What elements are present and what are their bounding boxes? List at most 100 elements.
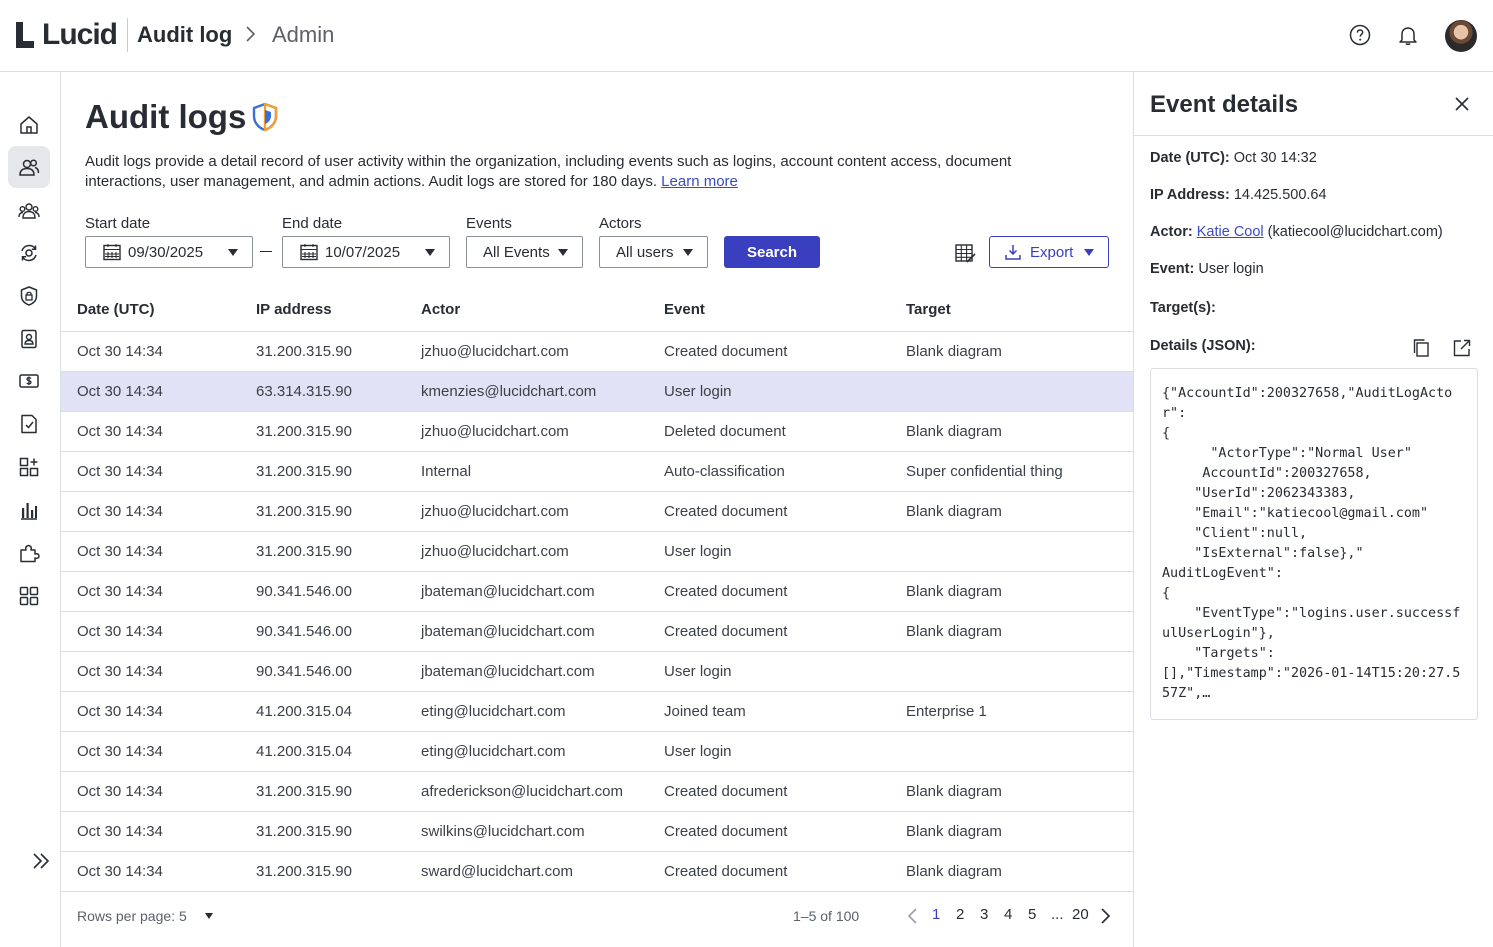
event-cell: User login bbox=[664, 383, 732, 400]
table-row[interactable]: Oct 30 14:34 31.200.315.90 swilkins@lucidc… bbox=[61, 812, 1133, 852]
json-details-box[interactable]: {"AccountId":200327658,"AuditLogActor": … bbox=[1150, 368, 1478, 720]
table-row[interactable]: Oct 30 14:34 31.200.315.90 afrederickson@l… bbox=[61, 772, 1133, 812]
table-row[interactable]: Oct 30 14:34 31.200.315.90 sward@lucidchar… bbox=[61, 852, 1133, 892]
nav-apps[interactable] bbox=[8, 446, 50, 488]
nav-users[interactable] bbox=[8, 146, 50, 188]
dropdown-caret-icon[interactable] bbox=[205, 913, 213, 919]
column-header-event[interactable]: Event bbox=[664, 288, 705, 331]
events-select[interactable]: All Events bbox=[466, 236, 583, 268]
ip-cell: 90.341.546.00 bbox=[256, 583, 352, 600]
calendar-icon bbox=[103, 244, 121, 261]
help-icon[interactable] bbox=[1349, 24, 1371, 46]
events-label: Events bbox=[466, 215, 512, 232]
rows-per-page[interactable]: Rows per page: 5 bbox=[77, 908, 187, 924]
nav-security[interactable] bbox=[8, 275, 50, 317]
column-header-target[interactable]: Target bbox=[906, 288, 951, 331]
nav-extensions[interactable] bbox=[8, 532, 50, 574]
nav-home[interactable] bbox=[8, 104, 50, 146]
panel-header: Event details bbox=[1134, 72, 1493, 136]
search-button[interactable]: Search bbox=[724, 236, 820, 268]
home-icon bbox=[20, 116, 38, 134]
ip-cell: 31.200.315.90 bbox=[256, 863, 352, 880]
date-cell: Oct 30 14:34 bbox=[77, 503, 163, 520]
table-row[interactable]: Oct 30 14:34 90.341.546.00 jbateman@lucidc… bbox=[61, 652, 1133, 692]
column-header-date[interactable]: Date (UTC) bbox=[77, 288, 155, 331]
table-row[interactable]: Oct 30 14:34 31.200.315.90 jzhuo@lucidchar… bbox=[61, 532, 1133, 572]
nav-compliance[interactable] bbox=[8, 403, 50, 445]
date-cell: Oct 30 14:34 bbox=[77, 383, 163, 400]
table-row[interactable]: Oct 30 14:34 31.200.315.90 jzhuo@lucidchar… bbox=[61, 412, 1133, 452]
actor-cell: jzhuo@lucidchart.com bbox=[421, 423, 569, 440]
detail-event-value: User login bbox=[1198, 261, 1264, 277]
actors-label: Actors bbox=[599, 215, 642, 232]
nav-directory[interactable] bbox=[8, 318, 50, 360]
json-label: Details (JSON): bbox=[1150, 338, 1256, 354]
end-date-picker[interactable]: 10/07/2025 bbox=[282, 236, 450, 268]
ip-cell: 31.200.315.90 bbox=[256, 423, 352, 440]
actor-link[interactable]: Katie Cool bbox=[1197, 224, 1264, 240]
date-cell: Oct 30 14:34 bbox=[77, 623, 163, 640]
export-button[interactable]: Export bbox=[989, 236, 1109, 268]
event-cell: Auto-classification bbox=[664, 463, 785, 480]
learn-more-link[interactable]: Learn more bbox=[661, 173, 738, 190]
nav-groups[interactable] bbox=[8, 190, 50, 232]
detail-date: Date (UTC): Oct 30 14:32 bbox=[1150, 150, 1317, 166]
table-row[interactable]: Oct 30 14:34 63.314.315.90 kmenzies@lucidc… bbox=[61, 372, 1133, 412]
shield-icon bbox=[252, 102, 278, 132]
expand-rail-icon[interactable] bbox=[30, 850, 52, 872]
lucid-logo[interactable]: Lucid bbox=[16, 20, 118, 50]
page-20[interactable]: 20 bbox=[1072, 906, 1089, 923]
page-5[interactable]: 5 bbox=[1028, 906, 1036, 923]
table-row[interactable]: Oct 30 14:34 41.200.315.04 eting@lucidchar… bbox=[61, 732, 1133, 772]
panel-title: Event details bbox=[1150, 91, 1299, 118]
close-icon[interactable] bbox=[1453, 95, 1471, 113]
page-1[interactable]: 1 bbox=[932, 906, 940, 923]
user-avatar[interactable] bbox=[1445, 20, 1477, 52]
table-row[interactable]: Oct 30 14:34 31.200.315.90 jzhuo@lucidchar… bbox=[61, 492, 1133, 532]
table-row[interactable]: Oct 30 14:34 90.341.546.00 jbateman@lucidc… bbox=[61, 572, 1133, 612]
table-row[interactable]: Oct 30 14:34 41.200.315.04 eting@lucidchar… bbox=[61, 692, 1133, 732]
page-3[interactable]: 3 bbox=[980, 906, 988, 923]
start-date-picker[interactable]: 09/30/2025 bbox=[85, 236, 253, 268]
event-cell: Deleted document bbox=[664, 423, 786, 440]
table-row[interactable]: Oct 30 14:34 31.200.315.90 Internal Auto-cl… bbox=[61, 452, 1133, 492]
chart-icon bbox=[21, 503, 37, 520]
ip-cell: 31.200.315.90 bbox=[256, 343, 352, 360]
actor-cell: eting@lucidchart.com bbox=[421, 703, 566, 720]
table-row[interactable]: Oct 30 14:34 90.341.546.00 jbateman@lucidc… bbox=[61, 612, 1133, 652]
chevron-right-icon bbox=[246, 26, 256, 42]
ip-cell: 31.200.315.90 bbox=[256, 783, 352, 800]
actor-cell: afrederickson@lucidchart.com bbox=[421, 783, 623, 800]
groups-icon bbox=[18, 203, 40, 219]
event-cell: Created document bbox=[664, 343, 788, 360]
page-4[interactable]: 4 bbox=[1004, 906, 1012, 923]
column-header-ip[interactable]: IP address bbox=[256, 288, 332, 331]
nav-integrations[interactable] bbox=[8, 232, 50, 274]
date-cell: Oct 30 14:34 bbox=[77, 583, 163, 600]
target-cell: Blank diagram bbox=[906, 423, 1002, 440]
target-cell: Blank diagram bbox=[906, 623, 1002, 640]
target-cell: Blank diagram bbox=[906, 823, 1002, 840]
end-date-value: 10/07/2025 bbox=[325, 243, 401, 261]
date-cell: Oct 30 14:34 bbox=[77, 343, 163, 360]
nav-more[interactable] bbox=[8, 575, 50, 617]
breadcrumb-admin[interactable]: Admin bbox=[272, 22, 334, 48]
dropdown-caret-icon bbox=[425, 249, 435, 256]
actors-select[interactable]: All users bbox=[599, 236, 708, 268]
event-cell: Created document bbox=[664, 863, 788, 880]
table-columns-icon[interactable] bbox=[954, 242, 976, 264]
nav-billing[interactable] bbox=[8, 360, 50, 402]
open-external-icon[interactable] bbox=[1452, 338, 1472, 358]
prev-page-icon[interactable] bbox=[906, 906, 920, 926]
nav-reports[interactable] bbox=[8, 489, 50, 531]
bell-icon[interactable] bbox=[1397, 24, 1419, 46]
app-title: Audit log bbox=[137, 22, 233, 47]
table-header: Date (UTC) IP address Actor Event Target bbox=[61, 288, 1133, 332]
copy-icon[interactable] bbox=[1411, 338, 1431, 358]
next-page-icon[interactable] bbox=[1098, 906, 1112, 926]
dropdown-caret-icon bbox=[558, 249, 568, 256]
page-2[interactable]: 2 bbox=[956, 906, 964, 923]
actor-cell: jbateman@lucidchart.com bbox=[421, 583, 595, 600]
table-row[interactable]: Oct 30 14:34 31.200.315.90 jzhuo@lucidchar… bbox=[61, 332, 1133, 372]
column-header-actor[interactable]: Actor bbox=[421, 288, 460, 331]
